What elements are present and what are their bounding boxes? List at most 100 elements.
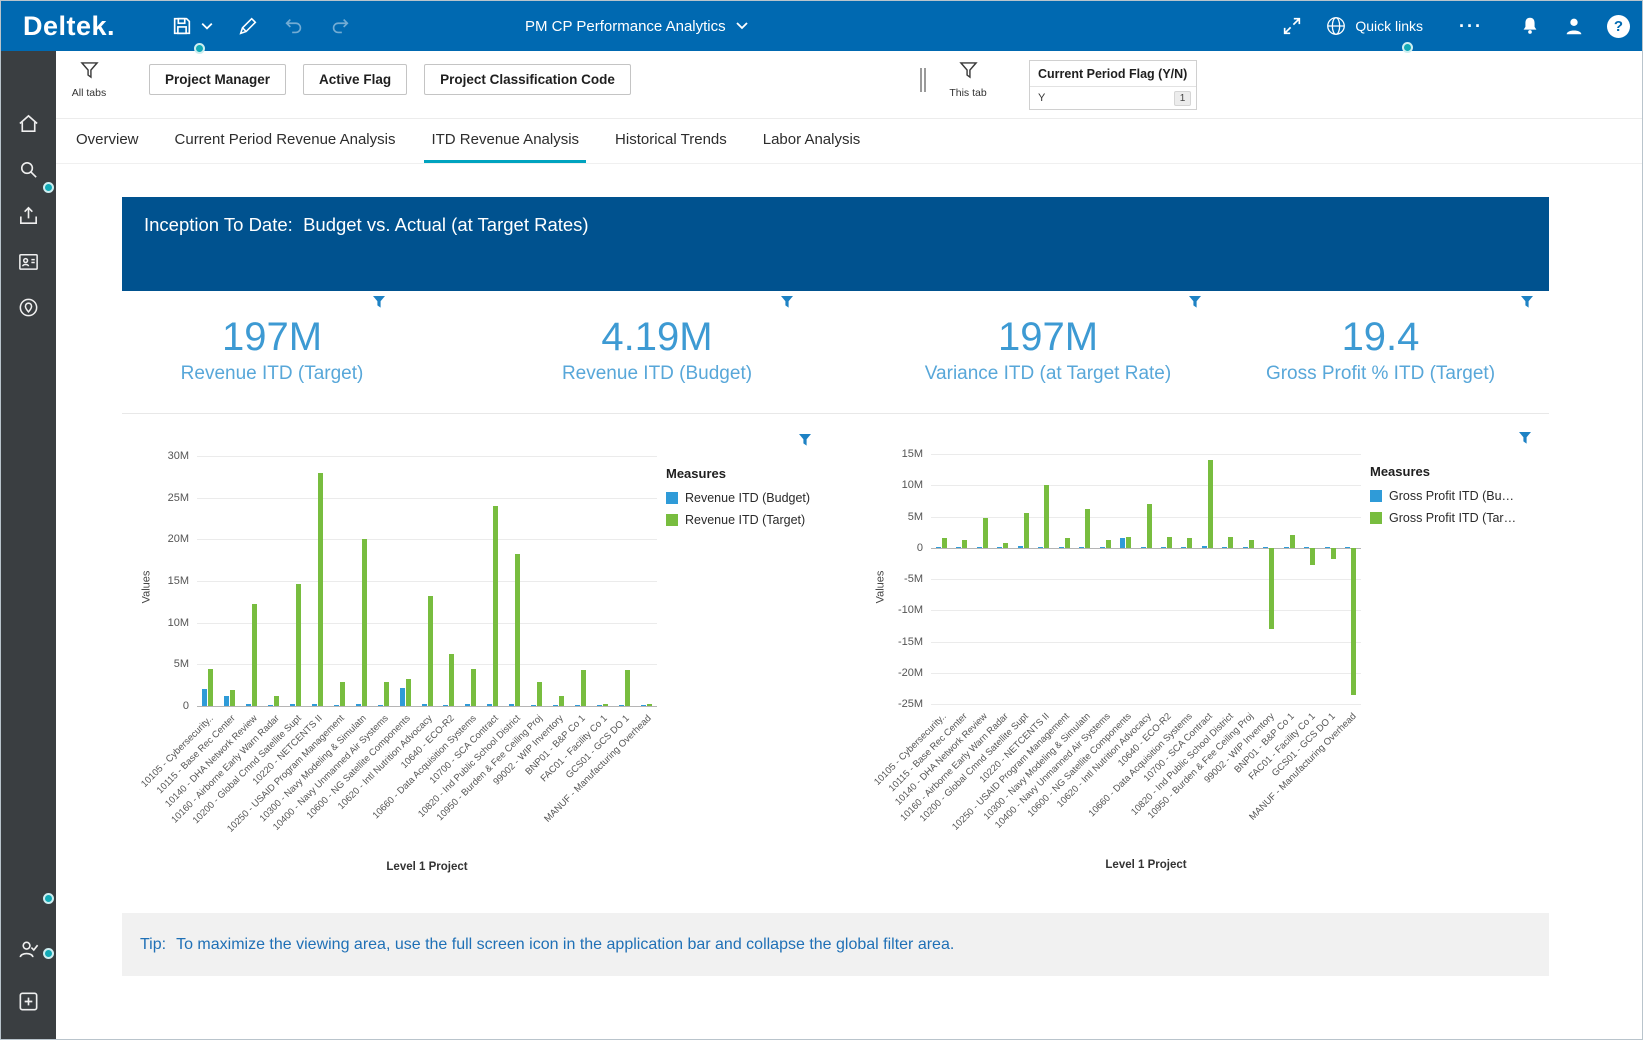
bar[interactable]	[558, 696, 564, 706]
bar[interactable]	[377, 705, 383, 706]
filter-divider-grip[interactable]	[920, 68, 926, 92]
bar[interactable]	[1085, 509, 1091, 548]
user-icon[interactable]	[1563, 15, 1585, 37]
fullscreen-icon[interactable]	[1281, 15, 1303, 37]
bell-icon[interactable]	[1519, 15, 1541, 37]
bar[interactable]	[1058, 547, 1064, 548]
bar[interactable]	[515, 553, 521, 706]
bar[interactable]	[552, 705, 558, 706]
user-check-icon[interactable]	[17, 938, 40, 961]
bar[interactable]	[1283, 547, 1289, 548]
chart-filter-funnel-icon[interactable]	[798, 433, 812, 447]
bar[interactable]	[421, 704, 427, 706]
chart-filter-funnel-icon[interactable]	[1518, 431, 1532, 445]
kpi-filter-funnel-icon[interactable]	[1188, 295, 1202, 309]
bar[interactable]	[1269, 547, 1275, 629]
bar[interactable]	[1044, 485, 1050, 548]
filter-button-active-flag[interactable]: Active Flag	[303, 64, 408, 95]
bar[interactable]	[580, 670, 586, 706]
bar[interactable]	[962, 540, 968, 548]
bar[interactable]	[333, 705, 339, 706]
bar[interactable]	[1228, 536, 1234, 548]
bar[interactable]	[1207, 460, 1213, 548]
bar[interactable]	[640, 705, 646, 706]
help-icon[interactable]: ?	[1607, 14, 1630, 38]
bar[interactable]	[230, 690, 236, 706]
bar[interactable]	[941, 538, 947, 548]
bar[interactable]	[317, 472, 323, 706]
tab-historical-trends[interactable]: Historical Trends	[608, 119, 734, 163]
export-icon[interactable]	[17, 204, 40, 227]
bar[interactable]	[1345, 547, 1351, 548]
legend-item[interactable]: Gross Profit ITD (Bu…	[1370, 489, 1535, 503]
bar[interactable]	[1003, 542, 1009, 548]
bar[interactable]	[1038, 546, 1044, 548]
bar[interactable]	[602, 704, 608, 706]
redo-icon[interactable]	[329, 15, 351, 37]
bar[interactable]	[976, 546, 982, 548]
edit-icon[interactable]	[237, 15, 259, 37]
bar[interactable]	[339, 681, 345, 706]
bar[interactable]	[268, 705, 274, 706]
current-period-flag-filter[interactable]: Current Period Flag (Y/N) Y 1	[1029, 60, 1197, 110]
bar[interactable]	[1120, 538, 1126, 548]
bar[interactable]	[1140, 546, 1146, 548]
bar[interactable]	[487, 703, 493, 706]
bar[interactable]	[1126, 536, 1132, 548]
bar[interactable]	[1023, 513, 1029, 548]
kpi-filter-funnel-icon[interactable]	[372, 295, 386, 309]
bar[interactable]	[383, 681, 389, 706]
bar[interactable]	[290, 703, 296, 706]
bar[interactable]	[935, 546, 941, 548]
tab-labor-analysis[interactable]: Labor Analysis	[756, 119, 868, 163]
bar[interactable]	[399, 687, 405, 706]
bar[interactable]	[405, 678, 411, 706]
contacts-icon[interactable]	[17, 250, 40, 273]
bar[interactable]	[1289, 535, 1295, 548]
hint-dot[interactable]	[43, 948, 54, 959]
tab-overview[interactable]: Overview	[69, 119, 146, 163]
bar[interactable]	[1017, 545, 1023, 548]
legend-item[interactable]: Revenue ITD (Target)	[666, 513, 831, 527]
bar[interactable]	[1187, 538, 1193, 548]
kpi-filter-funnel-icon[interactable]	[780, 295, 794, 309]
bar[interactable]	[1099, 547, 1105, 548]
bar[interactable]	[537, 681, 543, 706]
bar[interactable]	[1064, 538, 1070, 548]
filter-button-project-manager[interactable]: Project Manager	[149, 64, 287, 95]
bar[interactable]	[982, 517, 988, 548]
home-icon[interactable]	[17, 112, 40, 135]
hint-dot[interactable]	[1402, 42, 1413, 53]
bar[interactable]	[1351, 547, 1357, 695]
hint-dot[interactable]	[194, 43, 205, 54]
quick-links-button[interactable]: Quick links	[1325, 15, 1423, 37]
bar[interactable]	[355, 704, 361, 706]
bar[interactable]	[646, 704, 652, 706]
save-icon[interactable]	[171, 15, 193, 37]
current-period-flag-value[interactable]: Y	[1038, 92, 1045, 104]
bar[interactable]	[224, 696, 230, 706]
kpi-filter-funnel-icon[interactable]	[1520, 295, 1534, 309]
bar[interactable]	[1324, 547, 1330, 548]
bar[interactable]	[1166, 536, 1172, 548]
bar[interactable]	[208, 668, 214, 706]
more-icon[interactable]: ···	[1459, 16, 1483, 37]
tab-current-period-revenue-analysis[interactable]: Current Period Revenue Analysis	[168, 119, 403, 163]
bar[interactable]	[618, 705, 624, 706]
add-icon[interactable]	[17, 990, 40, 1013]
bar[interactable]	[596, 705, 602, 706]
bar[interactable]	[1242, 547, 1248, 548]
legend-item[interactable]: Gross Profit ITD (Tar…	[1370, 511, 1535, 525]
bar[interactable]	[1160, 547, 1166, 548]
bar[interactable]	[1304, 547, 1310, 548]
bar[interactable]	[427, 596, 433, 706]
bar[interactable]	[531, 705, 537, 706]
bar[interactable]	[465, 704, 471, 706]
bar[interactable]	[574, 705, 580, 706]
bar[interactable]	[1263, 547, 1269, 548]
bar[interactable]	[311, 704, 317, 706]
bar[interactable]	[1248, 540, 1254, 548]
bar[interactable]	[997, 547, 1003, 548]
bar[interactable]	[493, 506, 499, 706]
bar[interactable]	[1310, 547, 1316, 566]
